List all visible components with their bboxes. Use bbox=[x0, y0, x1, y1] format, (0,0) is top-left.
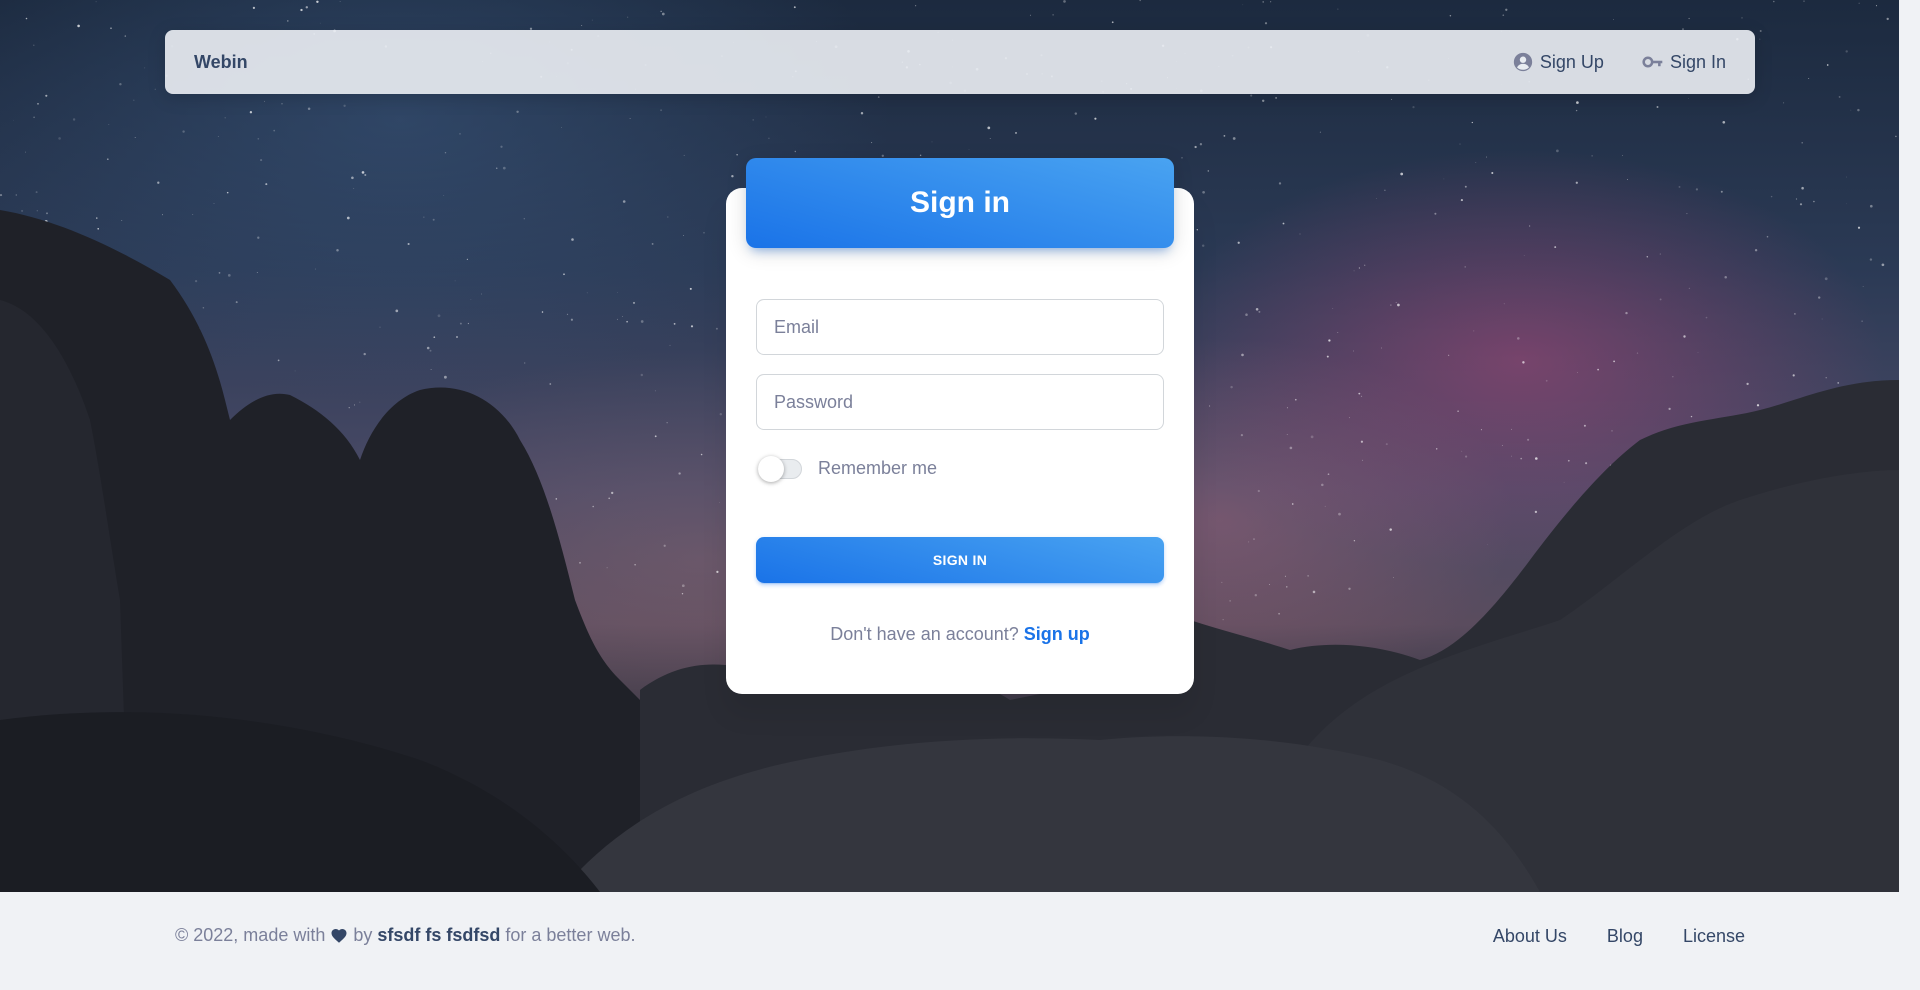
toggle-knob bbox=[758, 455, 784, 482]
sign-in-page: Webin Sign Up Sign In Sign in Remember bbox=[0, 0, 1920, 990]
account-circle-icon bbox=[1512, 51, 1534, 73]
remember-me-row: Remember me bbox=[758, 455, 937, 482]
footer-links: About Us Blog License bbox=[1493, 926, 1745, 947]
key-icon bbox=[1642, 51, 1664, 73]
heart-icon bbox=[330, 927, 348, 945]
navbar-links: Sign Up Sign In bbox=[1512, 51, 1726, 73]
footer-link-about-us[interactable]: About Us bbox=[1493, 926, 1567, 947]
copyright-by: by bbox=[353, 925, 373, 945]
nav-link-sign-up[interactable]: Sign Up bbox=[1512, 51, 1604, 73]
vertical-scrollbar[interactable] bbox=[1899, 0, 1920, 892]
remember-me-label[interactable]: Remember me bbox=[818, 458, 937, 479]
copyright-prefix: © 2022, made with bbox=[175, 925, 326, 945]
card-title: Sign in bbox=[910, 186, 1010, 219]
email-field[interactable] bbox=[756, 299, 1164, 355]
nav-link-sign-in-label: Sign In bbox=[1669, 51, 1726, 72]
nav-link-sign-up-label: Sign Up bbox=[1539, 51, 1604, 72]
footer-link-license[interactable]: License bbox=[1683, 926, 1745, 947]
sign-in-button[interactable]: SIGN IN bbox=[756, 537, 1164, 583]
password-field[interactable] bbox=[756, 374, 1164, 430]
footer-link-blog[interactable]: Blog bbox=[1607, 926, 1643, 947]
sign-in-card bbox=[726, 188, 1194, 694]
nav-link-sign-in[interactable]: Sign In bbox=[1642, 51, 1726, 73]
signup-prompt-text: Don't have an account? bbox=[830, 624, 1019, 644]
copyright-suffix: for a better web. bbox=[505, 925, 636, 945]
signup-prompt: Don't have an account? Sign up bbox=[726, 624, 1194, 645]
brand-logo-link[interactable]: Webin bbox=[194, 52, 248, 73]
remember-me-toggle[interactable] bbox=[758, 455, 802, 482]
footer-copyright: © 2022, made with by sfsdf fs fsdfsd for… bbox=[175, 925, 635, 946]
signup-link[interactable]: Sign up bbox=[1024, 624, 1090, 644]
author-link[interactable]: sfsdf fs fsdfsd bbox=[377, 925, 500, 946]
top-navbar: Webin Sign Up Sign In bbox=[165, 30, 1755, 94]
sign-in-card-header: Sign in bbox=[746, 158, 1174, 248]
